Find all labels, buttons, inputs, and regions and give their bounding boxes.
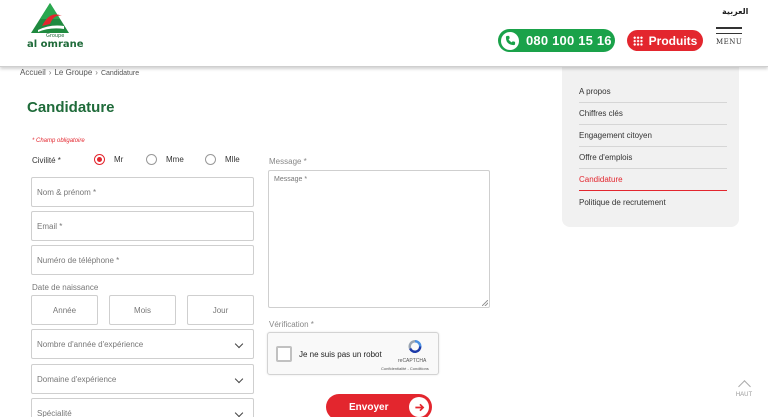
side-item-label: Politique de recrutement (579, 197, 666, 207)
dob-year-label: Année (52, 305, 77, 315)
produits-label: Produits (648, 33, 698, 48)
dob-day-select[interactable]: Jour (187, 295, 254, 325)
side-item-offre-emplois[interactable]: Offre d'emplois (579, 147, 727, 169)
chevron-down-icon (234, 339, 244, 349)
resize-handle-icon[interactable] (482, 300, 488, 306)
radio-empty-icon (205, 154, 216, 165)
dob-day-label: Jour (212, 305, 229, 315)
breadcrumb-separator-icon: › (95, 68, 98, 77)
site-header: Groupe al omrane العربية 080 100 15 16 P… (0, 0, 768, 67)
phone-number: 080 100 15 16 (526, 33, 612, 48)
side-menu: A propos Chiffres clés Engagement citoye… (562, 65, 739, 227)
phone-icon (501, 31, 519, 50)
radio-empty-icon (146, 154, 157, 165)
breadcrumb-separator-icon: › (48, 68, 52, 77)
side-item-label: Offre d'emplois (579, 153, 633, 162)
message-textarea[interactable]: Message * (268, 170, 490, 308)
radio-mme[interactable]: Mme (146, 154, 184, 165)
logo-mark-icon (31, 3, 69, 33)
verification-label: Vérification * (269, 320, 314, 329)
arrow-right-icon (409, 397, 429, 417)
radio-mr[interactable]: Mr (94, 154, 123, 165)
side-item-candidature[interactable]: Candidature (579, 169, 727, 191)
recaptcha-widget: Je ne suis pas un robot reCAPTCHA Confid… (267, 332, 439, 375)
logo-name-text: al omrane (27, 39, 84, 50)
recaptcha-logo-icon (408, 340, 422, 353)
logo[interactable]: Groupe al omrane (26, 2, 84, 52)
experience-domain-select[interactable]: Domaine d'expérience (31, 364, 254, 394)
side-item-label: Chiffres clés (579, 109, 623, 118)
experience-years-select[interactable]: Nombre d'année d'expérience (31, 329, 254, 359)
breadcrumb: Accueil › Le Groupe › Candidature (20, 68, 139, 77)
grid-icon (632, 35, 643, 46)
experience-domain-label: Domaine d'expérience (37, 374, 117, 384)
breadcrumb-current: Candidature (100, 70, 140, 77)
breadcrumb-accueil[interactable]: Accueil (20, 68, 46, 77)
submit-label: Envoyer (349, 401, 389, 413)
dob-month-select[interactable]: Mois (109, 295, 176, 325)
recaptcha-links[interactable]: Confidentialité - Conditions (381, 366, 429, 371)
hamburger-line (716, 32, 742, 34)
side-item-label: Engagement citoyen (579, 131, 652, 140)
required-note: * Champ obligatoire (32, 138, 85, 144)
back-to-top-button[interactable]: HAUT (733, 378, 755, 398)
page-title: Candidature (27, 99, 115, 116)
side-item-chiffres-cles[interactable]: Chiffres clés (579, 103, 727, 125)
name-input[interactable]: Nom & prénom * (31, 177, 254, 207)
experience-years-label: Nombre d'année d'expérience (37, 339, 144, 349)
speciality-label: Spécialité (37, 408, 72, 417)
side-item-label: A propos (579, 87, 611, 96)
email-placeholder: Email * (37, 221, 63, 231)
radio-mme-label: Mme (166, 155, 184, 164)
recaptcha-brand: reCAPTCHA (398, 358, 427, 364)
dob-month-label: Mois (134, 305, 151, 315)
produits-button[interactable]: Produits (627, 30, 703, 51)
chevron-down-icon (234, 374, 244, 384)
radio-mlle-label: Mlle (225, 155, 240, 164)
submit-button[interactable]: Envoyer (326, 394, 432, 417)
phone-input[interactable]: Numéro de téléphone * (31, 245, 254, 275)
menu-button[interactable]: MENU (716, 27, 742, 46)
message-placeholder: Message * (274, 176, 308, 183)
page: Groupe al omrane العربية 080 100 15 16 P… (0, 0, 768, 417)
side-item-label: Candidature (579, 175, 623, 184)
radio-selected-icon (94, 154, 105, 165)
email-input[interactable]: Email * (31, 211, 254, 241)
side-item-engagement-citoyen[interactable]: Engagement citoyen (579, 125, 727, 147)
side-item-a-propos[interactable]: A propos (579, 81, 727, 103)
dob-label: Date de naissance (32, 283, 99, 292)
recaptcha-checkbox[interactable] (276, 346, 292, 362)
speciality-select[interactable]: Spécialité (31, 398, 254, 417)
dob-year-select[interactable]: Année (31, 295, 98, 325)
language-switch[interactable]: العربية (722, 7, 748, 16)
menu-label: MENU (716, 38, 743, 46)
radio-mr-label: Mr (114, 155, 124, 164)
chevron-up-icon (737, 380, 751, 393)
name-placeholder: Nom & prénom * (37, 187, 97, 197)
civilite-label: Civilité * (32, 156, 61, 165)
chevron-down-icon (234, 408, 244, 417)
hamburger-icon (716, 27, 742, 29)
phone-button[interactable]: 080 100 15 16 (498, 29, 615, 52)
message-label: Message * (269, 157, 307, 166)
breadcrumb-le-groupe[interactable]: Le Groupe (54, 68, 92, 77)
side-item-politique-recrutement[interactable]: Politique de recrutement (579, 191, 727, 213)
radio-mlle[interactable]: Mlle (205, 154, 240, 165)
phone-placeholder: Numéro de téléphone * (37, 255, 120, 265)
recaptcha-text: Je ne suis pas un robot (299, 350, 382, 359)
